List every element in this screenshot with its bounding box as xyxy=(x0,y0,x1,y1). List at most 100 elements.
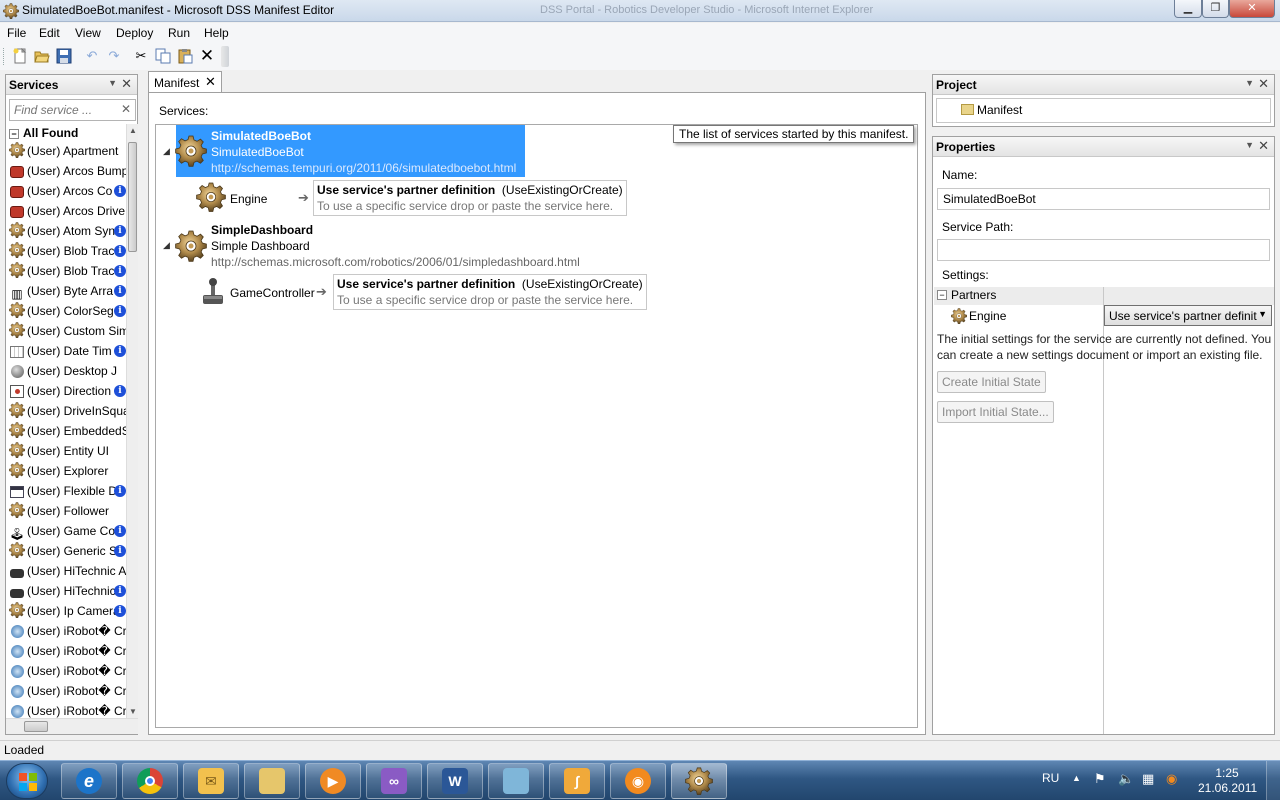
service-list-item[interactable]: (User) iRobot� Cr xyxy=(9,642,126,662)
service-list-item[interactable]: (User) ColorSeg i xyxy=(9,302,126,322)
service-list-item[interactable]: (User) Direction i xyxy=(9,382,126,402)
partner-definition-dropzone[interactable]: Use service's partner definition (UseExi… xyxy=(333,274,647,310)
service-list-item[interactable]: (User) Generic Si xyxy=(9,542,126,562)
toolbar-overflow[interactable] xyxy=(221,46,229,67)
tab-manifest[interactable]: Manifest ✕ xyxy=(148,71,222,93)
menu-run[interactable]: Run xyxy=(168,26,190,40)
scroll-down-icon[interactable]: ▼ xyxy=(129,707,137,716)
panel-close-icon[interactable]: ✕ xyxy=(1258,76,1269,92)
save-icon[interactable] xyxy=(55,47,73,65)
scroll-up-icon[interactable]: ▲ xyxy=(129,126,137,135)
taskbar-dss-editor[interactable] xyxy=(671,763,727,799)
info-icon[interactable]: i xyxy=(114,385,126,397)
info-icon[interactable]: i xyxy=(114,285,126,297)
menu-edit[interactable]: Edit xyxy=(39,26,60,40)
menu-help[interactable]: Help xyxy=(204,26,229,40)
partners-category[interactable]: − Partners xyxy=(934,287,1274,305)
service-list-item[interactable]: (User) Arcos Co i xyxy=(9,182,126,202)
info-icon[interactable]: i xyxy=(114,245,126,257)
volume-icon[interactable]: 🔈 xyxy=(1118,771,1134,800)
service-simulatedboebot[interactable]: SimulatedBoeBot SimulatedBoeBot http://s… xyxy=(176,125,525,177)
service-list-item[interactable]: (User) Flexible Di xyxy=(9,482,126,502)
taskbar-word[interactable]: W xyxy=(427,763,483,799)
copy-icon[interactable] xyxy=(154,47,172,65)
service-list-item[interactable]: (User) EmbeddedS xyxy=(9,422,126,442)
info-icon[interactable]: i xyxy=(114,605,126,617)
service-list-item[interactable]: (User) HiTechnic i xyxy=(9,582,126,602)
taskbar-chrome[interactable] xyxy=(122,763,178,799)
clock[interactable]: 1:25 21.06.2011 xyxy=(1198,766,1257,796)
service-list-item[interactable]: (User) Desktop J xyxy=(9,362,126,382)
service-list-item[interactable]: (User) iRobot� Cr xyxy=(9,702,126,718)
service-path-field[interactable] xyxy=(937,239,1270,261)
service-list-item[interactable]: (User) Custom Sim xyxy=(9,322,126,342)
close-button[interactable]: ✕ xyxy=(1229,0,1275,18)
service-list-item[interactable]: (User) Date Tim i xyxy=(9,342,126,362)
maximize-button[interactable]: ❐ xyxy=(1202,0,1229,18)
import-initial-state-button[interactable]: Import Initial State... xyxy=(937,401,1054,423)
info-icon[interactable]: i xyxy=(114,525,126,537)
redo-icon[interactable]: ↷ xyxy=(105,47,123,65)
service-list-item[interactable]: (User) iRobot� Cr xyxy=(9,662,126,682)
delete-icon[interactable]: ✕ xyxy=(198,46,216,65)
tab-close-icon[interactable]: ✕ xyxy=(205,74,216,90)
partner-definition-dropzone[interactable]: Use service's partner definition (UseExi… xyxy=(313,180,627,216)
info-icon[interactable]: i xyxy=(114,265,126,277)
taskbar-outlook[interactable]: ✉ xyxy=(183,763,239,799)
menu-view[interactable]: View xyxy=(75,26,101,40)
service-list-item[interactable]: ▥ (User) Byte Arra i xyxy=(9,282,126,302)
panel-dropdown-icon[interactable]: ▼ xyxy=(1245,140,1254,150)
new-icon[interactable] xyxy=(11,47,29,65)
service-list-item[interactable]: (User) Explorer xyxy=(9,462,126,482)
open-icon[interactable] xyxy=(33,47,51,65)
service-list-item[interactable]: (User) Arcos Drive xyxy=(9,202,126,222)
service-list-item[interactable]: (User) HiTechnic A xyxy=(9,562,126,582)
service-simpledashboard[interactable]: SimpleDashboard Simple Dashboard http://… xyxy=(211,222,580,270)
taskbar-visual-studio[interactable]: ∞ xyxy=(366,763,422,799)
expand-toggle-icon[interactable]: ◢ xyxy=(163,146,170,157)
collapse-icon[interactable]: − xyxy=(937,290,947,300)
show-desktop-button[interactable] xyxy=(1266,761,1280,800)
service-list-item[interactable]: (User) Ip Camera i xyxy=(9,602,126,622)
service-list-item[interactable]: (User) Blob Trac i xyxy=(9,242,126,262)
service-list-item[interactable]: (User) Follower xyxy=(9,502,126,522)
info-icon[interactable]: i xyxy=(114,345,126,357)
expand-toggle-icon[interactable]: ◢ xyxy=(163,240,170,251)
search-clear-icon[interactable]: ✕ xyxy=(121,102,131,116)
panel-close-icon[interactable]: ✕ xyxy=(1258,138,1269,154)
hscroll-thumb[interactable] xyxy=(24,721,48,732)
info-icon[interactable]: i xyxy=(114,185,126,197)
project-item-manifest[interactable]: Manifest xyxy=(961,103,1022,117)
service-list-hscrollbar[interactable] xyxy=(6,718,138,734)
panel-dropdown-icon[interactable]: ▼ xyxy=(1245,78,1254,88)
info-icon[interactable]: i xyxy=(114,545,126,557)
service-list-item[interactable]: (User) iRobot� Cr xyxy=(9,622,126,642)
scroll-thumb[interactable] xyxy=(128,142,137,252)
taskbar-blender[interactable]: ◉ xyxy=(610,763,666,799)
action-center-icon[interactable]: ⚑ xyxy=(1094,771,1106,800)
undo-icon[interactable]: ↶ xyxy=(83,47,101,65)
service-list-item[interactable]: (User) Blob Trac i xyxy=(9,262,126,282)
all-found-group[interactable]: − All Found xyxy=(9,126,78,142)
taskbar-media-player[interactable]: ▶ xyxy=(305,763,361,799)
service-list-item[interactable]: (User) Entity UI xyxy=(9,442,126,462)
info-icon[interactable]: i xyxy=(114,305,126,317)
cut-icon[interactable]: ✂ xyxy=(132,47,150,65)
service-list-item[interactable]: (User) DriveInSqua xyxy=(9,402,126,422)
info-icon[interactable]: i xyxy=(114,225,126,237)
toolbar-grip[interactable] xyxy=(3,48,6,65)
info-icon[interactable]: i xyxy=(114,585,126,597)
paste-icon[interactable] xyxy=(176,47,194,65)
service-list-item[interactable]: 🕹 (User) Game Co i xyxy=(9,522,126,542)
show-hidden-icons-icon[interactable]: ▲ xyxy=(1072,773,1081,800)
service-list-item[interactable]: (User) Atom Syn i xyxy=(9,222,126,242)
info-icon[interactable]: i xyxy=(114,485,126,497)
taskbar-notepad[interactable] xyxy=(488,763,544,799)
menu-deploy[interactable]: Deploy xyxy=(116,26,153,40)
service-search-input[interactable] xyxy=(12,102,117,118)
network-icon[interactable]: ▦ xyxy=(1142,771,1154,800)
taskbar-explorer[interactable] xyxy=(244,763,300,799)
start-button[interactable] xyxy=(6,763,48,799)
taskbar-internet-explorer[interactable]: e xyxy=(61,763,117,799)
taskbar-paint[interactable]: ∫ xyxy=(549,763,605,799)
